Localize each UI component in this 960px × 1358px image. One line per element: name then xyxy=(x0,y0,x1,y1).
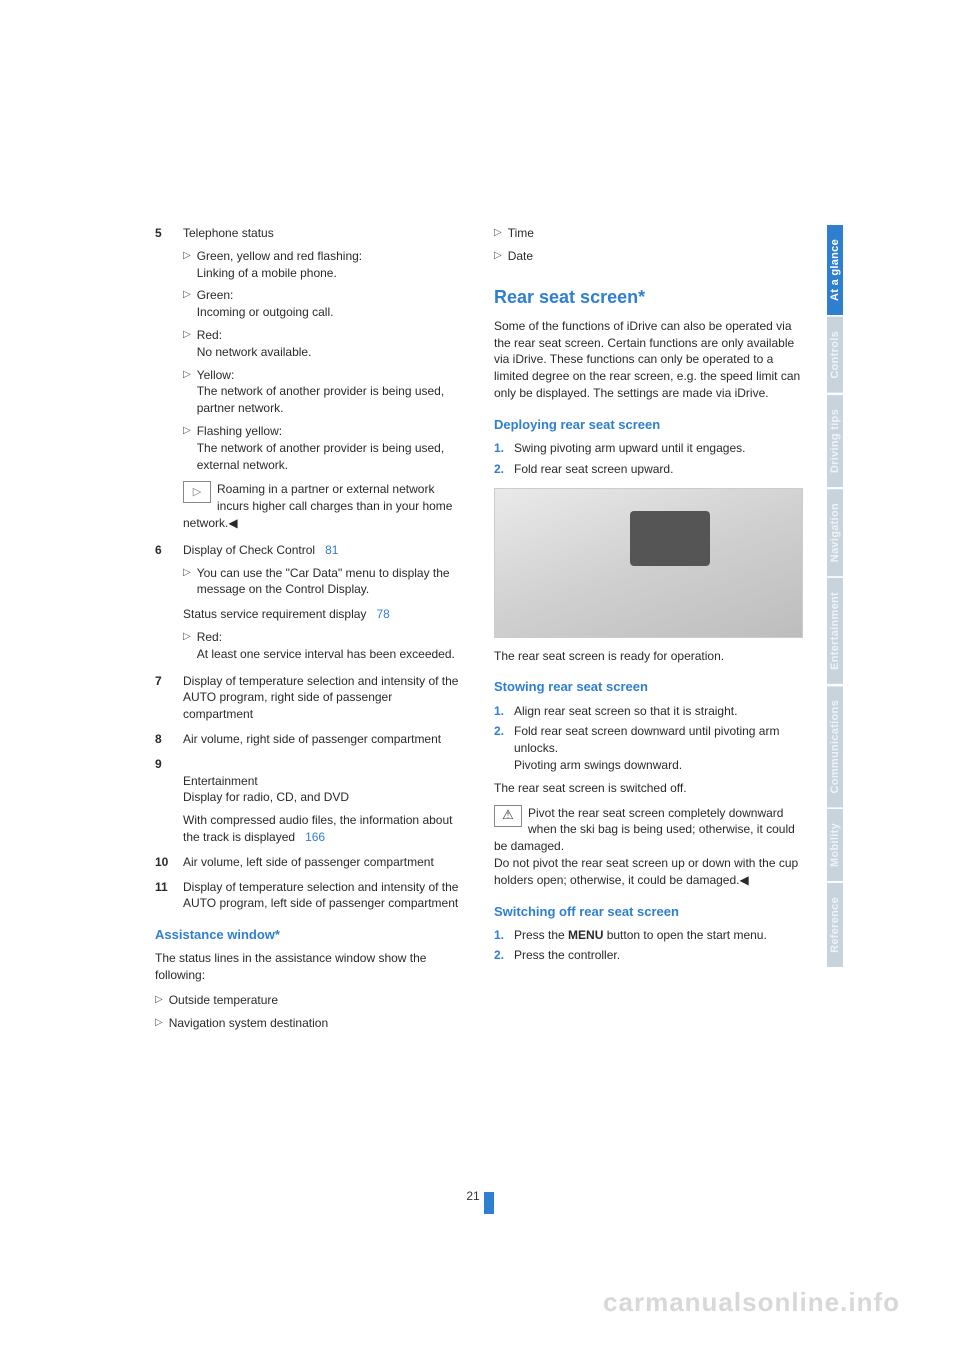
step-item: 2.Fold rear seat screen upward. xyxy=(494,461,803,478)
item-text: Entertainment Display for radio, CD, and… xyxy=(183,756,464,806)
page-ref[interactable]: 81 xyxy=(325,543,338,557)
right-column: ▷Time ▷Date Rear seat screen* Some of th… xyxy=(494,225,803,1031)
tab-driving-tips[interactable]: Driving tips xyxy=(827,395,843,487)
paragraph: Some of the functions of iDrive can also… xyxy=(494,318,803,402)
menu-button-label: MENU xyxy=(568,928,603,942)
item-number: 10 xyxy=(155,854,183,871)
list-item: 11 Display of temperature selection and … xyxy=(155,879,464,913)
page-content: 5 Telephone status ▷Green, yellow and re… xyxy=(155,225,803,1031)
triangle-icon: ▷ xyxy=(155,992,163,1009)
sub-item: ▷You can use the "Car Data" menu to disp… xyxy=(183,565,464,599)
triangle-icon: ▷ xyxy=(183,327,191,361)
warning-block: ⚠ Pivot the rear seat screen completely … xyxy=(494,805,803,889)
list-item: 10 Air volume, left side of passenger co… xyxy=(155,854,464,871)
step-item: 1. Press the MENU button to open the sta… xyxy=(494,927,803,944)
item-number: 5 xyxy=(155,225,183,242)
item-tail: With compressed audio files, the informa… xyxy=(183,812,464,846)
section-heading: Deploying rear seat screen xyxy=(494,416,803,434)
section-heading: Switching off rear seat screen xyxy=(494,903,803,921)
step-number: 1. xyxy=(494,927,514,944)
triangle-icon: ▷ xyxy=(183,367,191,417)
item-text: Display of temperature selection and int… xyxy=(183,879,464,913)
step-number: 2. xyxy=(494,723,514,773)
item-number: 9 xyxy=(155,756,183,806)
item-number: 7 xyxy=(155,673,183,723)
list-item: 6 Display of Check Control 81 xyxy=(155,542,464,559)
tab-entertainment[interactable]: Entertainment xyxy=(827,578,843,684)
item-text: Air volume, left side of passenger compa… xyxy=(183,854,464,871)
step-item: 2.Press the controller. xyxy=(494,947,803,964)
step-item: 2.Fold rear seat screen downward until p… xyxy=(494,723,803,773)
item-text: Display of Check Control 81 xyxy=(183,542,464,559)
page-ref[interactable]: 78 xyxy=(376,607,389,621)
paragraph: The rear seat screen is switched off. xyxy=(494,780,803,797)
sub-item: ▷Outside temperature xyxy=(155,992,464,1009)
paragraph: The rear seat screen is ready for operat… xyxy=(494,648,803,665)
sub-item: ▷Red: No network available. xyxy=(183,327,464,361)
triangle-icon: ▷ xyxy=(183,565,191,599)
triangle-icon: ▷ xyxy=(155,1015,163,1032)
tab-reference[interactable]: Reference xyxy=(827,883,843,967)
left-column: 5 Telephone status ▷Green, yellow and re… xyxy=(155,225,464,1031)
note-icon: ▷ xyxy=(183,481,211,503)
list-item: 9 Entertainment Display for radio, CD, a… xyxy=(155,756,464,806)
step-item: 1.Swing pivoting arm upward until it eng… xyxy=(494,440,803,457)
item-number: 6 xyxy=(155,542,183,559)
sub-item: ▷Green: Incoming or outgoing call. xyxy=(183,287,464,321)
item-text: Display of temperature selection and int… xyxy=(183,673,464,723)
item-tail: Status service requirement display 78 xyxy=(183,606,464,623)
sub-item: ▷Flashing yellow: The network of another… xyxy=(183,423,464,473)
note-block: ▷ Roaming in a partner or external netwo… xyxy=(183,481,464,531)
sub-item: ▷Date xyxy=(494,248,803,265)
step-item: 1.Align rear seat screen so that it is s… xyxy=(494,703,803,720)
page-bar-icon xyxy=(484,1192,494,1214)
triangle-icon: ▷ xyxy=(494,225,502,242)
section-heading-large: Rear seat screen* xyxy=(494,285,803,310)
sub-item: ▷Time xyxy=(494,225,803,242)
tab-mobility[interactable]: Mobility xyxy=(827,809,843,881)
step-number: 1. xyxy=(494,440,514,457)
warning-icon: ⚠ xyxy=(494,805,522,827)
triangle-icon: ▷ xyxy=(183,423,191,473)
watermark: carmanualsonline.info xyxy=(603,1287,900,1318)
tab-controls[interactable]: Controls xyxy=(827,317,843,393)
page-number: 21 xyxy=(0,1186,960,1208)
item-text: Telephone status xyxy=(183,225,464,242)
tab-navigation[interactable]: Navigation xyxy=(827,489,843,576)
sub-item: ▷Red: At least one service interval has … xyxy=(183,629,464,663)
triangle-icon: ▷ xyxy=(494,248,502,265)
section-tabs: At a glance Controls Driving tips Naviga… xyxy=(827,225,845,969)
step-number: 2. xyxy=(494,947,514,964)
step-number: 2. xyxy=(494,461,514,478)
rear-seat-screen-image xyxy=(494,488,803,638)
triangle-icon: ▷ xyxy=(183,248,191,282)
sub-item: ▷Yellow: The network of another provider… xyxy=(183,367,464,417)
tab-at-a-glance[interactable]: At a glance xyxy=(827,225,843,315)
item-number: 11 xyxy=(155,879,183,913)
item-number: 8 xyxy=(155,731,183,748)
note-text: Roaming in a partner or external network… xyxy=(183,482,452,530)
warning-text: Pivot the rear seat screen completely do… xyxy=(494,806,798,887)
list-item: 7 Display of temperature selection and i… xyxy=(155,673,464,723)
section-heading: Assistance window* xyxy=(155,926,464,944)
sub-item: ▷Navigation system destination xyxy=(155,1015,464,1032)
page-ref[interactable]: 166 xyxy=(305,830,325,844)
tab-communications[interactable]: Communications xyxy=(827,686,843,807)
triangle-icon: ▷ xyxy=(183,629,191,663)
item-text: Air volume, right side of passenger comp… xyxy=(183,731,464,748)
triangle-icon: ▷ xyxy=(183,287,191,321)
paragraph: The status lines in the assistance windo… xyxy=(155,950,464,984)
list-item: 8 Air volume, right side of passenger co… xyxy=(155,731,464,748)
sub-item: ▷Green, yellow and red flashing: Linking… xyxy=(183,248,464,282)
section-heading: Stowing rear seat screen xyxy=(494,678,803,696)
list-item: 5 Telephone status xyxy=(155,225,464,242)
step-number: 1. xyxy=(494,703,514,720)
